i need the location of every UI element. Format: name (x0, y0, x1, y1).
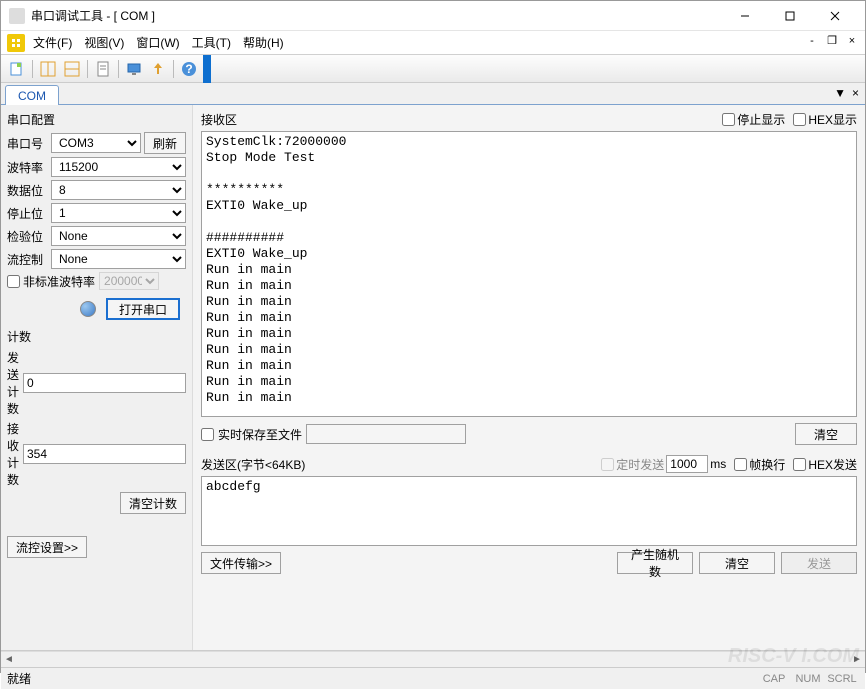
mdi-minimize-icon[interactable]: - (805, 34, 819, 48)
tx-count-label: 发送计数 (7, 349, 23, 417)
tool-layout2-icon[interactable] (61, 58, 83, 80)
stopbits-select[interactable]: 1 (51, 203, 186, 223)
tab-close-icon[interactable]: × (852, 86, 859, 100)
rx-clear-button[interactable]: 清空 (795, 423, 857, 445)
rx-count-label: 接收计数 (7, 420, 23, 488)
workarea: 串口配置 串口号 COM3 刷新 波特率 115200 数据位 8 停止位 1 … (1, 105, 865, 651)
databits-label: 数据位 (7, 182, 51, 199)
gen-random-button[interactable]: 产生随机数 (617, 552, 693, 574)
flow-select[interactable]: None (51, 249, 186, 269)
tx-clear-button[interactable]: 清空 (699, 552, 775, 574)
toolbar-end-grip (203, 55, 211, 83)
window-title: 串口调试工具 - [ COM ] (31, 7, 722, 24)
rx-textarea[interactable]: SystemClk:72000000 Stop Mode Test ******… (201, 131, 857, 417)
maximize-button[interactable] (767, 2, 812, 30)
save-file-label: 实时保存至文件 (218, 426, 302, 443)
tx-title: 发送区(字节<64KB) (201, 456, 593, 473)
frame-wrap-label: 帧换行 (749, 456, 785, 473)
tool-help-icon[interactable]: ? (178, 58, 200, 80)
parity-label: 检验位 (7, 228, 51, 245)
menu-file[interactable]: 文件(F) (27, 31, 78, 54)
menu-view[interactable]: 视图(V) (78, 31, 130, 54)
tab-com[interactable]: COM (5, 85, 59, 105)
timer-value-input[interactable] (666, 455, 708, 473)
baud-label: 波特率 (7, 159, 51, 176)
config-panel: 串口配置 串口号 COM3 刷新 波特率 115200 数据位 8 停止位 1 … (1, 105, 193, 650)
horizontal-scrollbar[interactable]: ◄► (1, 651, 865, 667)
rx-title: 接收区 (201, 111, 714, 128)
tool-monitor-icon[interactable] (123, 58, 145, 80)
send-button[interactable]: 发送 (781, 552, 857, 574)
rx-hex-checkbox[interactable] (793, 113, 806, 126)
app-icon (9, 8, 25, 24)
data-panel: 接收区 停止显示 HEX显示 SystemClk:72000000 Stop M… (193, 105, 865, 650)
menu-help[interactable]: 帮助(H) (237, 31, 290, 54)
pause-display-label: 停止显示 (737, 111, 785, 128)
tab-dropdown-icon[interactable]: ▼ (834, 86, 846, 100)
parity-select[interactable]: None (51, 226, 186, 246)
svg-text:?: ? (185, 62, 192, 76)
stopbits-label: 停止位 (7, 205, 51, 222)
port-select[interactable]: COM3 (51, 133, 141, 153)
config-title: 串口配置 (7, 111, 186, 128)
rx-hex-label: HEX显示 (808, 111, 857, 128)
toolbar: ? (1, 55, 865, 83)
menubar: 文件(F) 视图(V) 窗口(W) 工具(T) 帮助(H) - ❐ × (1, 31, 865, 55)
statusbar: 就绪 CAP NUM SCRL (1, 667, 865, 689)
pause-display-checkbox[interactable] (722, 113, 735, 126)
save-file-checkbox[interactable] (201, 428, 214, 441)
menu-window[interactable]: 窗口(W) (130, 31, 185, 54)
count-title: 计数 (7, 328, 186, 345)
menu-tools[interactable]: 工具(T) (186, 31, 237, 54)
save-file-path[interactable] (306, 424, 466, 444)
flow-settings-button[interactable]: 流控设置>> (7, 536, 87, 558)
status-scrl: SCRL (825, 673, 859, 685)
app-menu-icon[interactable] (7, 34, 25, 52)
nonstd-baud-value: 200000 (99, 272, 159, 290)
tool-layout1-icon[interactable] (37, 58, 59, 80)
timer-unit: ms (710, 457, 726, 471)
baud-select[interactable]: 115200 (51, 157, 186, 177)
close-button[interactable] (812, 2, 857, 30)
rx-count-value (23, 444, 186, 464)
status-cap: CAP (757, 673, 791, 685)
nonstd-baud-checkbox[interactable] (7, 275, 20, 288)
timer-send-checkbox (601, 458, 614, 471)
tabstrip: COM ▼ × (1, 83, 865, 105)
tool-upload-icon[interactable] (147, 58, 169, 80)
frame-wrap-checkbox[interactable] (734, 458, 747, 471)
status-num: NUM (791, 673, 825, 685)
nonstd-baud-label: 非标准波特率 (23, 273, 95, 290)
clear-count-button[interactable]: 清空计数 (120, 492, 186, 514)
mdi-close-icon[interactable]: × (845, 34, 859, 48)
tx-count-value (23, 373, 186, 393)
port-status-led-icon (80, 301, 96, 317)
tx-textarea[interactable] (201, 476, 857, 546)
timer-send-label: 定时发送 (616, 456, 664, 473)
mdi-restore-icon[interactable]: ❐ (825, 34, 839, 48)
port-label: 串口号 (7, 135, 51, 152)
tx-hex-checkbox[interactable] (793, 458, 806, 471)
file-transfer-button[interactable]: 文件传输>> (201, 552, 281, 574)
flow-label: 流控制 (7, 251, 51, 268)
tool-new-icon[interactable] (6, 58, 28, 80)
databits-select[interactable]: 8 (51, 180, 186, 200)
refresh-button[interactable]: 刷新 (144, 132, 186, 154)
tool-doc-icon[interactable] (92, 58, 114, 80)
minimize-button[interactable] (722, 2, 767, 30)
tx-hex-label: HEX发送 (808, 456, 857, 473)
open-port-button[interactable]: 打开串口 (106, 298, 180, 320)
titlebar: 串口调试工具 - [ COM ] (1, 1, 865, 31)
